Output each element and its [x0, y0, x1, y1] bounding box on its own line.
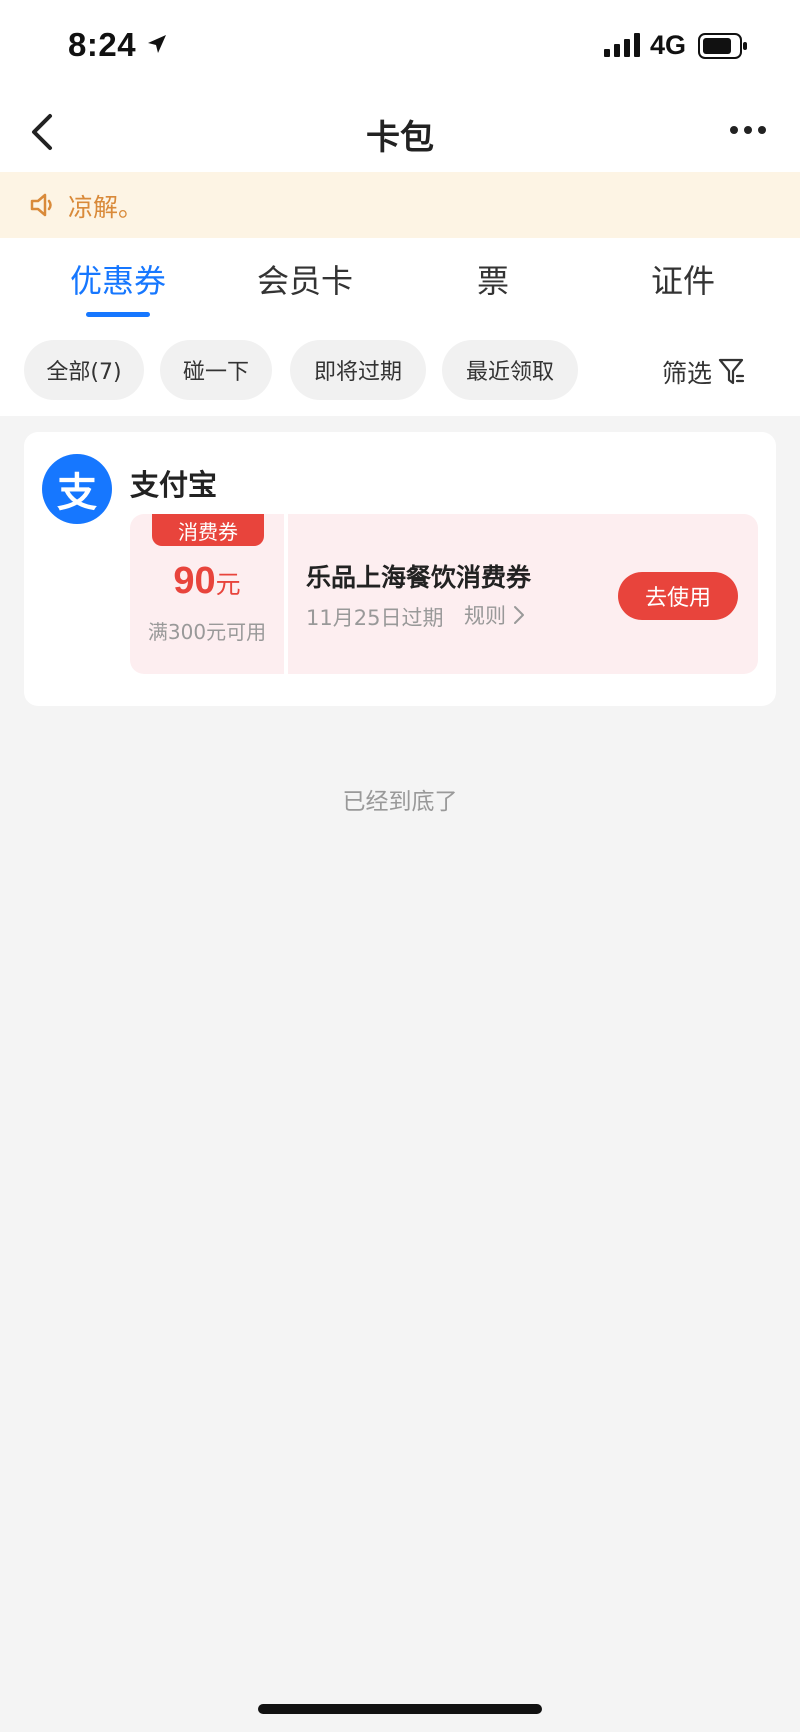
alipay-logo-icon: 支	[42, 454, 112, 524]
filter-button[interactable]: 筛选	[662, 352, 746, 392]
signal-icon	[604, 33, 640, 57]
active-tab-indicator	[86, 312, 150, 317]
coupon-amount-value: 90	[173, 560, 216, 602]
coupon-amount-unit: 元	[215, 570, 241, 599]
chevron-right-icon	[514, 606, 524, 624]
speaker-icon	[30, 193, 52, 217]
tab-member-cards[interactable]: 会员卡	[245, 256, 365, 316]
notice-text: 凉解。	[68, 193, 144, 222]
brand-name: 支付宝	[130, 468, 218, 502]
use-coupon-button[interactable]: 去使用	[618, 572, 738, 620]
coupon-amount: 90元	[130, 560, 284, 603]
tab-coupons[interactable]: 优惠券	[58, 256, 178, 316]
status-bar: 8:24 4G	[0, 0, 800, 92]
tab-tickets[interactable]: 票	[453, 256, 533, 316]
tab-bar: 优惠券 会员卡 票 证件	[0, 238, 800, 322]
chip-recently-claimed[interactable]: 最近领取	[442, 340, 578, 400]
coupon-type-tag: 消费券	[152, 514, 264, 546]
filter-icon	[718, 358, 745, 385]
coupon-expiry: 11月25日过期	[306, 606, 444, 630]
end-of-list-text: 已经到底了	[342, 789, 458, 815]
more-icon[interactable]	[728, 118, 768, 142]
notice-bar[interactable]: 凉解。	[0, 172, 800, 238]
coupon-title: 乐品上海餐饮消费券	[306, 563, 532, 592]
filter-chips: 全部(7) 碰一下 即将过期 最近领取 筛选	[0, 322, 800, 416]
battery-icon	[698, 33, 747, 59]
nav-bar: 卡包	[0, 92, 800, 172]
location-arrow-icon	[148, 35, 166, 53]
page-title: 卡包	[366, 118, 434, 158]
chip-all[interactable]: 全部(7)	[24, 340, 144, 400]
chip-tap[interactable]: 碰一下	[160, 340, 272, 400]
coupon-rules-label: 规则	[464, 604, 506, 628]
brand-logo-glyph: 支	[57, 470, 97, 516]
coupon-condition: 满300元可用	[147, 620, 267, 644]
home-indicator[interactable]	[258, 1704, 542, 1714]
coupon-card: 支 支付宝 消费券 90元 满300元可用 乐品上海餐饮消费券 11月25日过期…	[24, 432, 776, 706]
coupon-rules-link[interactable]: 规则	[464, 600, 526, 630]
network-label: 4G	[650, 30, 687, 60]
filter-label: 筛选	[662, 359, 713, 388]
status-time: 8:24	[68, 26, 137, 63]
tab-certificates[interactable]: 证件	[638, 256, 728, 316]
chip-expiring-soon[interactable]: 即将过期	[290, 340, 426, 400]
